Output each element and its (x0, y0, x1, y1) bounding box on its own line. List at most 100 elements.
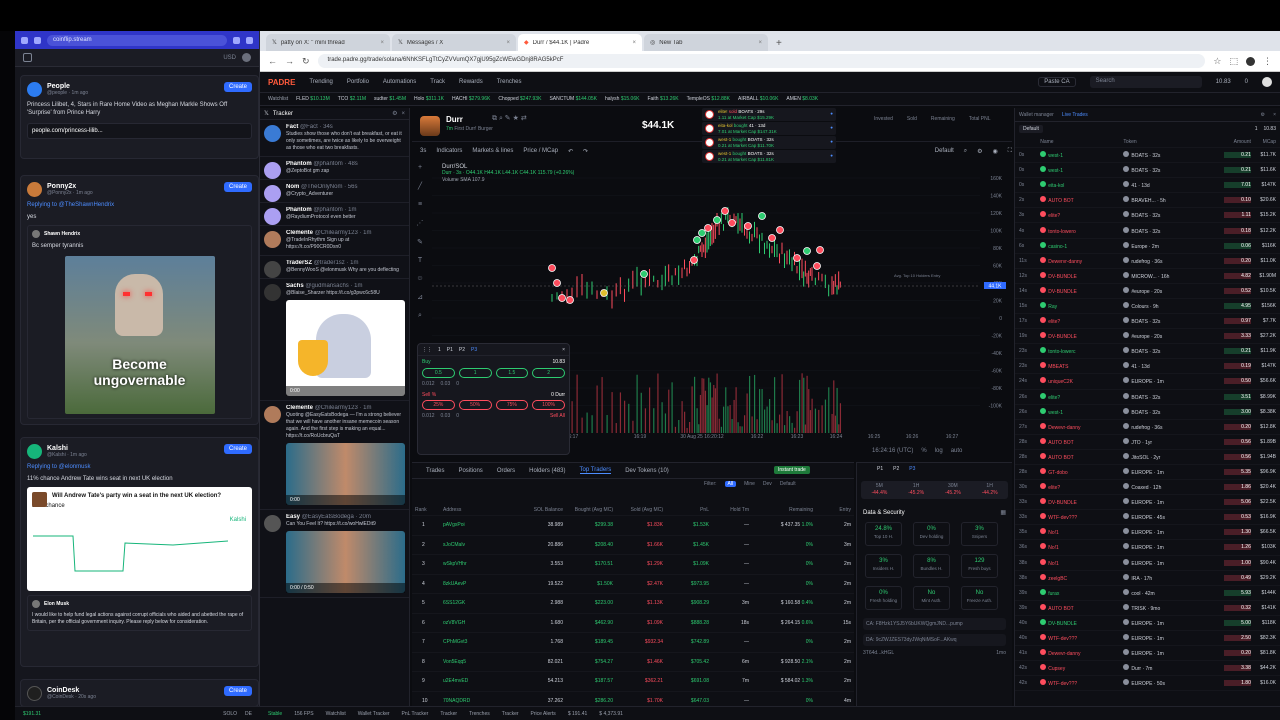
notification-count[interactable]: 0 (1245, 79, 1248, 85)
trade-notification[interactable]: west-1 bought BOATS · 32s 0.21 at Market … (702, 150, 836, 163)
nav-trending[interactable]: Trending (309, 79, 332, 85)
p2-preset[interactable]: P2 (459, 347, 465, 353)
watchlist-item[interactable]: sudter $1.45M (374, 96, 406, 102)
close-icon[interactable]: × (632, 40, 636, 46)
p2-preset[interactable]: P2 (893, 466, 899, 472)
nav-portfolio[interactable]: Portfolio (347, 79, 369, 85)
tracker-post[interactable]: Phantom @phantom · 1m @RaydiumProtocol ev… (260, 203, 409, 226)
poll-card[interactable]: Will Andrew Tate's party win a seat in t… (27, 487, 252, 591)
tab-icon[interactable] (233, 36, 240, 44)
live-trade-row[interactable]: 38s No!1 EUROPE · 1m 1.00 $90.4K (1015, 556, 1280, 571)
live-trade-row[interactable]: 28s GT-dobo EUROPE · 1m 5.35 $96.9K (1015, 465, 1280, 481)
log-toggle[interactable]: log (935, 448, 943, 454)
bell-icon[interactable]: ● (830, 153, 833, 159)
profile-icon[interactable] (1246, 56, 1255, 66)
panel-icon[interactable] (23, 53, 32, 62)
trade-marker[interactable] (704, 224, 712, 232)
tab-messages[interactable]: 𝕏 Messages / X × (392, 34, 516, 51)
live-trade-row[interactable]: 24s uniqueC2K EUROPE · 1m 0.50 $56.6K (1015, 374, 1280, 390)
post-video[interactable]: 0:00 / 0:50 (286, 531, 405, 593)
live-trade-row[interactable]: 39s AUTO BOT TRISK · 9mo 0.32 $141K (1015, 601, 1280, 616)
create-button[interactable]: Create (223, 182, 252, 192)
column-header[interactable]: Remaining (752, 507, 816, 513)
trade-marker[interactable] (793, 254, 801, 262)
live-trade-row[interactable]: 33s DV-BUNDLE EUROPE · 1m 5.06 $22.5K (1015, 495, 1280, 511)
tracker-post[interactable]: Easy @EasyEatsBodega · 20m Can You Feel I… (260, 510, 409, 598)
trade-marker[interactable] (758, 212, 766, 220)
watchlist-item[interactable]: TCO $2.11M (338, 96, 366, 102)
status-item[interactable]: Price Alerts (531, 711, 556, 717)
close-icon[interactable]: × (506, 40, 510, 46)
create-button[interactable]: Create (223, 444, 252, 454)
menu-icon[interactable]: ⋮ (1263, 56, 1272, 67)
trade-marker[interactable] (768, 234, 776, 242)
live-trade-row[interactable]: 38s zeelgBC IRA · 17h 0.49 $29.2K (1015, 571, 1280, 586)
watchlist-item[interactable]: halysh $15.06K (605, 96, 639, 102)
period-stat[interactable]: 5M -44.4% (861, 483, 898, 497)
trade-marker[interactable] (803, 247, 811, 255)
trade-marker[interactable] (548, 264, 556, 272)
status-item[interactable]: PnL Tracker (402, 711, 429, 717)
video-controls[interactable]: 0:00 / 0:50 (286, 583, 405, 593)
table-row[interactable]: 3 wSkpVHhr 3.553 $170.51 $1.29K $1.09K — 0% 2m (412, 555, 854, 575)
watchlist-item[interactable]: HACHI $279.96K (452, 96, 490, 102)
meme-image[interactable]: Become ungovernable (64, 256, 215, 414)
live-trade-row[interactable]: 30s elite? Coaxed · 12h 1.86 $20.4K (1015, 480, 1280, 496)
table-row[interactable]: 6 ozV8VGH 1.680 $462.90 $1.09K $888.28 18s $ 26… (412, 614, 854, 633)
trade-marker[interactable] (713, 216, 721, 224)
percent-toggle[interactable]: % (921, 448, 926, 454)
trade-marker[interactable] (776, 226, 784, 234)
status-item[interactable]: Watchlist (326, 711, 346, 717)
live-trade-row[interactable]: 19s DV-BUNDLE #europe · 20s 3.33 $27.2K (1015, 329, 1280, 345)
sell-percent-button[interactable]: 100% (532, 400, 565, 410)
live-trade-row[interactable]: 4s tonto-lowero BOATS · 32s 0.18 $12.2K (1015, 223, 1280, 239)
bell-icon[interactable]: ● (830, 111, 833, 117)
back-icon[interactable] (21, 36, 28, 44)
trade-marker[interactable] (728, 219, 736, 227)
table-row[interactable]: 1 pAVgxPoi 38.989 $299.38 $1.83K $1.53K — $ 437… (412, 516, 854, 536)
grid-icon[interactable]: ▦ (1000, 509, 1006, 516)
column-header[interactable]: Sold (Avg MC) (616, 507, 666, 513)
quoted-post[interactable]: Shawn Hendrix Bc semper tyrannis Become … (27, 225, 252, 419)
reload-icon[interactable]: ↻ (302, 56, 310, 67)
live-trade-row[interactable]: 6s casino-1 Europe · 2m 0.06 $116K (1015, 239, 1280, 254)
paste-ca-button[interactable]: Paste CA (1038, 77, 1076, 87)
balance[interactable]: 10.83 (1216, 79, 1231, 85)
table-row[interactable]: 2 sJoCMalv 20.886 $208.40 $1.66K $1.45K — 0% 3m (412, 536, 854, 555)
watchlist-item[interactable]: AMEN $8.03K (786, 96, 818, 102)
column-header[interactable]: PnL (666, 507, 712, 513)
table-row[interactable]: 4 8zkUAevP 19.522 $1.50K $2.47K $973.95 — 0% 2m (412, 575, 854, 594)
reply-to[interactable]: Replying to @TheShawnHendrix (27, 201, 252, 209)
padre-logo[interactable]: PADRE (268, 78, 295, 87)
live-trade-row[interactable]: 42s WTF-dev??? EUROPE · 50s 1.80 $16.0K (1015, 676, 1280, 692)
status-item[interactable]: Wallet Tracker (358, 711, 390, 717)
tab-patty[interactable]: 𝕏patty on X: " mini thread × (266, 34, 390, 51)
star-icon[interactable]: ☆ (1213, 56, 1221, 67)
status-item[interactable]: Stable (268, 711, 282, 717)
wallet-count[interactable]: 1 (438, 347, 441, 353)
forward-icon[interactable]: → (285, 56, 294, 66)
trade-notification[interactable]: elite! sold BOATS · 29s 1.11 at Market Ca… (702, 108, 836, 121)
trade-marker[interactable] (813, 262, 821, 270)
period-stat[interactable]: 1H -45.2% (898, 483, 935, 497)
sell-all-button[interactable]: Sell All (550, 413, 565, 419)
column-header[interactable]: SOL Balance (506, 507, 566, 513)
live-trade-row[interactable]: 33s WTF-dev??? EUROPE · 45s 0.53 $16.9K (1015, 510, 1280, 526)
tracker-post[interactable]: Nom @TheOnlyNom · 56s @Crypto_Adventurer (260, 180, 409, 203)
trade-notification[interactable]: west-1 bought BOATS · 32s 0.21 at Market … (702, 136, 836, 149)
trade-marker[interactable] (600, 289, 608, 297)
tracker-post[interactable]: Clemente @Chilearmy123 · 1m Quoting @Easy… (260, 401, 409, 510)
video-controls[interactable]: 0:00 (286, 495, 405, 505)
live-trades-tab[interactable]: Live Trades (1062, 112, 1088, 118)
create-button[interactable]: Create (223, 686, 252, 696)
forward-icon[interactable] (34, 36, 41, 44)
trade-marker[interactable] (816, 246, 824, 254)
post-video[interactable]: 0:00 (286, 443, 405, 505)
trade-marker[interactable] (640, 270, 648, 278)
live-trade-row[interactable]: 3s elite? BOATS · 32s 1.11 $15.2K (1015, 208, 1280, 224)
back-icon[interactable]: ← (268, 56, 277, 66)
wallet-count[interactable]: 1 (1255, 126, 1258, 132)
column-header[interactable]: Address (440, 507, 506, 513)
instant-trade-button[interactable]: Instant trade (774, 466, 810, 474)
status-item[interactable]: $ 191.41 (568, 711, 587, 717)
